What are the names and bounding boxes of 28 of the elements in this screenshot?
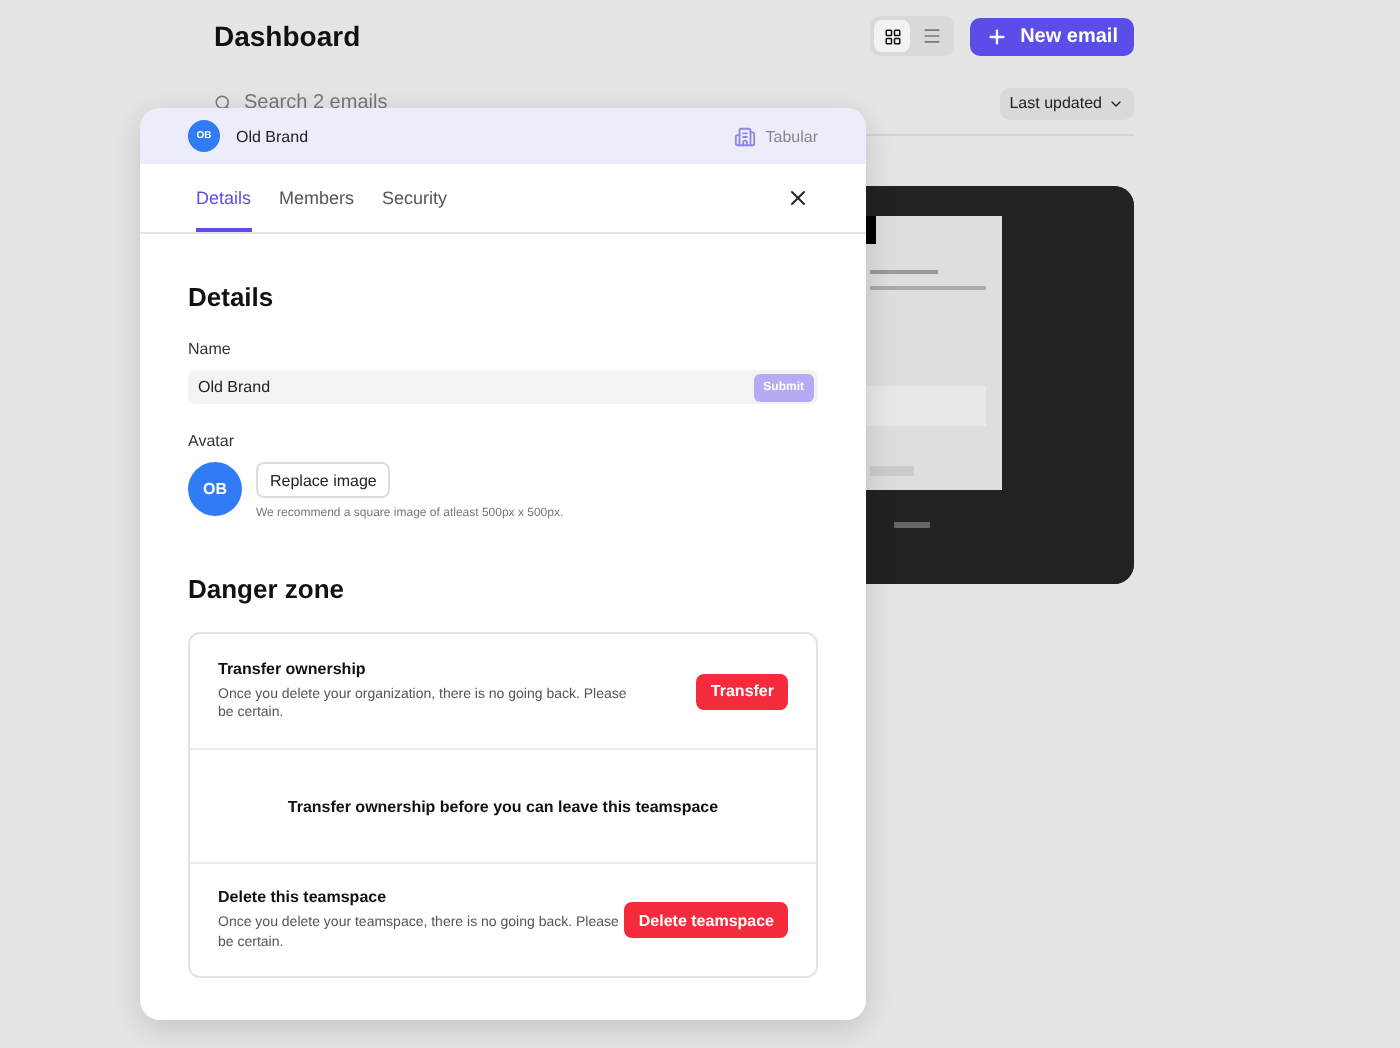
list-icon [922,26,943,46]
tab[interactable]: Members [279,164,355,232]
new-email-button[interactable]: New email [970,17,1134,55]
field-label: Name [188,340,233,358]
avatar: OB [188,462,242,516]
page-title: Dashboard [214,20,363,52]
sort-dropdown[interactable]: Last updated [999,87,1134,119]
search-icon [214,94,232,112]
section-heading: Danger zone [188,574,347,604]
workspace-label: Tabular [733,125,818,147]
danger-button[interactable]: Delete teamspace [624,902,788,938]
danger-button[interactable]: Transfer [696,673,788,709]
section-heading: Details [188,282,276,312]
setting-title: Delete this teamspace [218,888,389,907]
grid-view-button[interactable] [874,20,911,52]
close-icon [786,186,810,210]
grid-icon [883,27,902,45]
replace-image-button[interactable]: Replace image [256,462,391,498]
search-field[interactable]: Search 2 emails [214,92,1000,114]
building-icon [733,125,756,147]
field-label: Avatar [188,432,236,450]
notice-text: Transfer ownership before you can leave this teamspace [285,797,721,815]
plus-icon [986,25,1009,47]
tab[interactable]: Details [196,164,252,232]
setting-title: Transfer ownership [218,659,368,678]
team-name: Old Brand [236,127,311,145]
tab[interactable]: Security [382,164,448,232]
close-button[interactable] [786,186,810,210]
